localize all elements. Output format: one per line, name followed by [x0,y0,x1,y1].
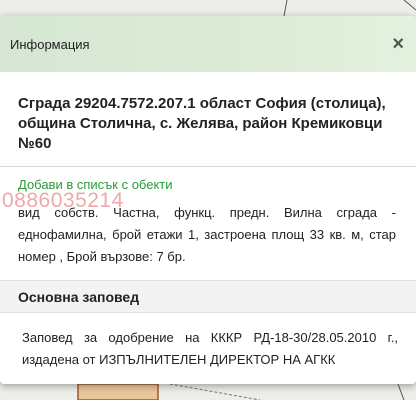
object-description: вид собств. Частна, функц. предн. Вилна … [18,205,396,264]
close-icon[interactable]: × [388,32,408,56]
popup-header[interactable]: Информация × [0,16,416,72]
add-to-list-link[interactable]: Добави в списък с обекти [18,177,173,192]
title-divider [0,166,416,167]
info-popup: Информация × Сграда 29204.7572.207.1 обл… [0,16,416,384]
popup-title: Информация [10,36,90,52]
popup-body: Сграда 29204.7572.207.1 област София (ст… [0,94,416,371]
order-section-header: Основна заповед [0,280,416,313]
object-title: Сграда 29204.7572.207.1 област София (ст… [18,95,386,152]
order-text: Заповед за одобрение на КККР РД-18-30/28… [22,330,398,367]
